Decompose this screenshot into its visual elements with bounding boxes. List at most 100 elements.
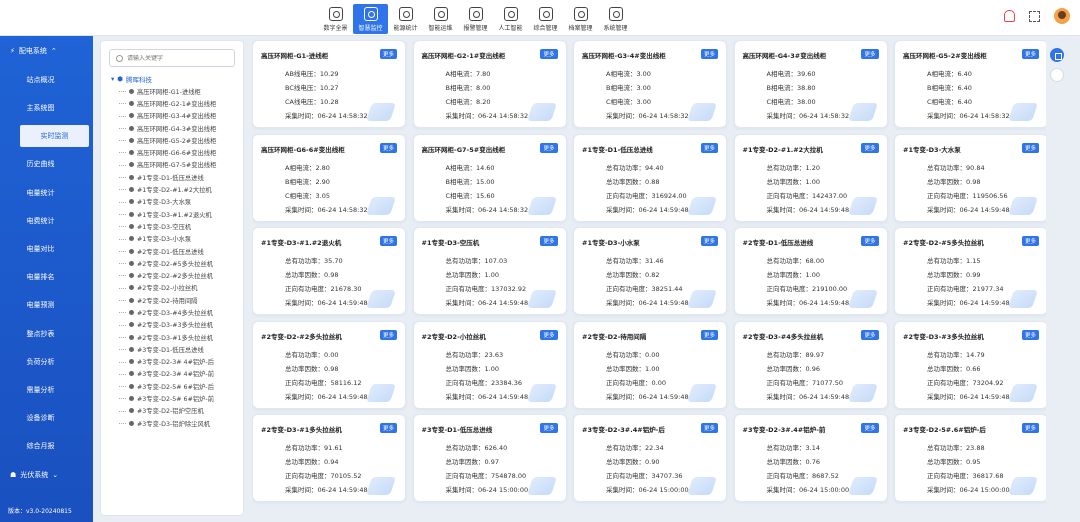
device-card[interactable]: #1专变-D3-#1.#2退火机 更多 总有功功率：35.70 总功率因数：0.98 正… bbox=[252, 227, 406, 315]
bell-icon[interactable] bbox=[1004, 10, 1015, 22]
nav-item-4[interactable]: 报警管理 bbox=[458, 4, 493, 34]
more-button[interactable]: 更多 bbox=[379, 142, 397, 153]
sidebar-item-2[interactable]: 实时监测 bbox=[20, 125, 89, 148]
more-button[interactable]: 更多 bbox=[700, 142, 718, 153]
sidebar-item-0[interactable]: 站点概况 bbox=[0, 66, 93, 94]
nav-item-8[interactable]: 系统管理 bbox=[598, 4, 633, 34]
device-card[interactable]: #2专变-D3-#1多头拉丝机 更多 总有功功率：91.61 总功率因数：0.94 正向… bbox=[252, 414, 406, 502]
device-card[interactable]: 高压环网柜-G2-1#变出线柜 更多 A相电流：7.80 B相电流：8.00 C相电流：… bbox=[412, 40, 567, 128]
device-card[interactable]: #1专变-D1-低压总进线 更多 总有功功率：94.40 总功率因数：0.88 正向有功… bbox=[573, 133, 727, 222]
nav-item-6[interactable]: 综合管理 bbox=[528, 4, 563, 34]
tree-node[interactable]: #1专变-D2-#1.#2大拉机 bbox=[101, 183, 243, 195]
tree-node[interactable]: 高压环网柜-G1-进线柜 bbox=[101, 85, 243, 97]
more-button[interactable]: 更多 bbox=[700, 49, 718, 59]
tree-node[interactable]: #3专变-D3-铝炉除尘风机 bbox=[101, 417, 243, 429]
device-card[interactable]: 高压环网柜-G6-6#变出线柜 更多 A相电流：2.80 B相电流：2.90 C相电流：… bbox=[252, 133, 406, 222]
tree-root[interactable]: ▾ ⬢ 腾晖科技 bbox=[101, 73, 243, 85]
tree-node[interactable]: #2专变-D2-小拉丝机 bbox=[101, 282, 243, 294]
device-card[interactable]: #2专变-D2-待用间隔 更多 总有功功率：0.00 总功率因数：1.00 正向有功电度… bbox=[573, 320, 727, 409]
tree-node[interactable]: 高压环网柜-G2-1#变出线柜 bbox=[101, 97, 243, 109]
nav-item-2[interactable]: 能源统计 bbox=[388, 4, 423, 34]
search-input[interactable] bbox=[127, 54, 227, 62]
sidebar-group-power[interactable]: ⚡ 配电系统 ⌃ bbox=[0, 36, 93, 66]
device-card[interactable]: #2专变-D3-#3多头拉丝机 更多 总有功功率：14.79 总功率因数：0.66 正向… bbox=[894, 320, 1046, 409]
more-button[interactable]: 更多 bbox=[379, 423, 397, 433]
tree-node[interactable]: #3专变-D2-3# 4#铝炉-后 bbox=[101, 356, 243, 368]
sidebar-item-6[interactable]: 电量对比 bbox=[0, 235, 93, 263]
tree-node[interactable]: 高压环网柜-G5-2#变出线柜 bbox=[101, 134, 243, 146]
tree-node[interactable]: #2专变-D3-#4多头拉丝机 bbox=[101, 306, 243, 318]
more-button[interactable]: 更多 bbox=[540, 236, 558, 246]
sidebar-item-4[interactable]: 电量统计 bbox=[0, 179, 93, 207]
tree-node[interactable]: #2专变-D1-低压总进线 bbox=[101, 245, 243, 257]
grid-view-icon[interactable] bbox=[1050, 48, 1064, 62]
nav-item-0[interactable]: 数字全景 bbox=[318, 4, 353, 34]
sidebar-item-7[interactable]: 电量排名 bbox=[0, 263, 93, 291]
nav-item-7[interactable]: 档案管理 bbox=[563, 4, 598, 34]
device-card[interactable]: 高压环网柜-G5-2#变出线柜 更多 A相电流：6.40 B相电流：6.40 C相电流：… bbox=[894, 40, 1046, 128]
more-button[interactable]: 更多 bbox=[1021, 236, 1039, 246]
nav-item-3[interactable]: 智能运维 bbox=[423, 4, 458, 34]
tree-node[interactable]: #2专变-D2-#2多头拉丝机 bbox=[101, 269, 243, 281]
more-button[interactable]: 更多 bbox=[700, 329, 718, 340]
avatar[interactable] bbox=[1054, 8, 1070, 24]
tree-node[interactable]: 高压环网柜-G6-6#变出线柜 bbox=[101, 146, 243, 158]
more-button[interactable]: 更多 bbox=[1021, 49, 1039, 59]
device-card[interactable]: #2专变-D2-#5多头拉丝机 更多 总有功功率：1.15 总功率因数：0.99 正向有… bbox=[894, 227, 1046, 315]
tree-node[interactable]: #2专变-D3-#1多头拉丝机 bbox=[101, 331, 243, 343]
sidebar-item-13[interactable]: 综合月报 bbox=[0, 432, 93, 460]
tree-node[interactable]: #1专变-D3-小水泵 bbox=[101, 233, 243, 245]
device-card[interactable]: #3专变-D2-3#.4#铝炉-前 更多 总有功功率：3.14 总功率因数：0.76 正… bbox=[733, 414, 888, 502]
more-button[interactable]: 更多 bbox=[379, 49, 397, 59]
device-card[interactable]: #3专变-D2-3#.4#铝炉-后 更多 总有功功率：22.34 总功率因数：0.90… bbox=[573, 414, 727, 502]
tree-node[interactable]: #2专变-D3-#3多头拉丝机 bbox=[101, 319, 243, 331]
device-card[interactable]: #3专变-D1-低压总进线 更多 总有功功率：626.40 总功率因数：0.97 正向有… bbox=[412, 414, 567, 502]
sidebar-item-8[interactable]: 电量预测 bbox=[0, 291, 93, 319]
tree-node[interactable]: #1专变-D3-#1.#2退火机 bbox=[101, 208, 243, 220]
nav-item-1[interactable]: 智慧监控 bbox=[353, 4, 388, 34]
more-button[interactable]: 更多 bbox=[861, 49, 879, 59]
tree-node[interactable]: #3专变-D2-3# 4#铝炉-前 bbox=[101, 368, 243, 380]
more-button[interactable]: 更多 bbox=[540, 142, 558, 153]
tree-node[interactable]: #3专变-D1-低压总进线 bbox=[101, 343, 243, 355]
tree-node[interactable]: #1专变-D1-低压总进线 bbox=[101, 171, 243, 183]
more-button[interactable]: 更多 bbox=[861, 142, 879, 153]
device-card[interactable]: #3专变-D2-5#.6#铝炉-后 更多 总有功功率：23.88 总功率因数：0.95… bbox=[894, 414, 1046, 502]
search-box[interactable] bbox=[109, 49, 235, 67]
tree-node[interactable]: 高压环网柜-G4-3#变出线柜 bbox=[101, 122, 243, 134]
device-card[interactable]: #2专变-D2-小拉丝机 更多 总有功功率：23.63 总功率因数：1.00 正向有功电… bbox=[412, 320, 567, 409]
sidebar-item-10[interactable]: 负荷分析 bbox=[0, 348, 93, 376]
device-card[interactable]: #1专变-D3-大水泵 更多 总有功功率：90.84 总功率因数：0.98 正向有功电度… bbox=[894, 133, 1046, 222]
more-button[interactable]: 更多 bbox=[540, 423, 558, 433]
tree-node[interactable]: #2专变-D2-待用间隔 bbox=[101, 294, 243, 306]
sidebar-item-9[interactable]: 整点抄表 bbox=[0, 320, 93, 348]
tree-node[interactable]: 高压环网柜-G3-4#变出线柜 bbox=[101, 110, 243, 122]
device-card[interactable]: #1专变-D2-#1.#2大拉机 更多 总有功功率：1.20 总功率因数：1.00 正向… bbox=[733, 133, 888, 222]
more-button[interactable]: 更多 bbox=[1021, 329, 1039, 340]
device-card[interactable]: #2专变-D1-低压总进线 更多 总有功功率：68.00 总功率因数：1.00 正向有功… bbox=[733, 227, 888, 315]
more-button[interactable]: 更多 bbox=[540, 49, 558, 59]
tree-node[interactable]: #3专变-D2-5# 6#铝炉-后 bbox=[101, 380, 243, 392]
tree-node[interactable]: #3专变-D2-铝炉空压机 bbox=[101, 405, 243, 417]
device-card[interactable]: #2专变-D2-#2多头拉丝机 更多 总有功功率：0.00 总功率因数：0.98 正向有… bbox=[252, 320, 406, 409]
more-button[interactable]: 更多 bbox=[700, 423, 718, 433]
device-card[interactable]: #2专变-D3-#4多头拉丝机 更多 总有功功率：89.97 总功率因数：0.96 正向… bbox=[733, 320, 888, 409]
filter-icon[interactable] bbox=[1050, 68, 1064, 82]
sidebar-item-1[interactable]: 主系统图 bbox=[0, 94, 93, 122]
sidebar-group-pv[interactable]: ☗ 光伏系统 ⌄ bbox=[0, 460, 93, 490]
sidebar-item-12[interactable]: 设备诊断 bbox=[0, 404, 93, 432]
more-button[interactable]: 更多 bbox=[861, 329, 879, 340]
more-button[interactable]: 更多 bbox=[379, 329, 397, 340]
sidebar-item-5[interactable]: 电费统计 bbox=[0, 207, 93, 235]
device-card[interactable]: #1专变-D3-空压机 更多 总有功功率：107.03 总功率因数：1.00 正向有功电… bbox=[412, 227, 567, 315]
more-button[interactable]: 更多 bbox=[861, 236, 879, 246]
more-button[interactable]: 更多 bbox=[379, 236, 397, 246]
device-card[interactable]: 高压环网柜-G4-3#变出线柜 更多 A相电流：39.60 B相电流：38.80 C相电… bbox=[733, 40, 888, 128]
tree-node[interactable]: #2专变-D2-#5多头拉丝机 bbox=[101, 257, 243, 269]
device-card[interactable]: 高压环网柜-G3-4#变出线柜 更多 A相电流：3.00 B相电流：3.00 C相电流：… bbox=[573, 40, 727, 128]
device-card[interactable]: 高压环网柜-G1-进线柜 更多 AB线电压：10.29 BC线电压：10.27 CA线电… bbox=[252, 40, 406, 128]
tree-node[interactable]: #3专变-D2-5# 6#铝炉-前 bbox=[101, 392, 243, 404]
more-button[interactable]: 更多 bbox=[1021, 423, 1039, 433]
nav-item-5[interactable]: 人工智能 bbox=[493, 4, 528, 34]
tree-node[interactable]: #1专变-D3-大水泵 bbox=[101, 196, 243, 208]
